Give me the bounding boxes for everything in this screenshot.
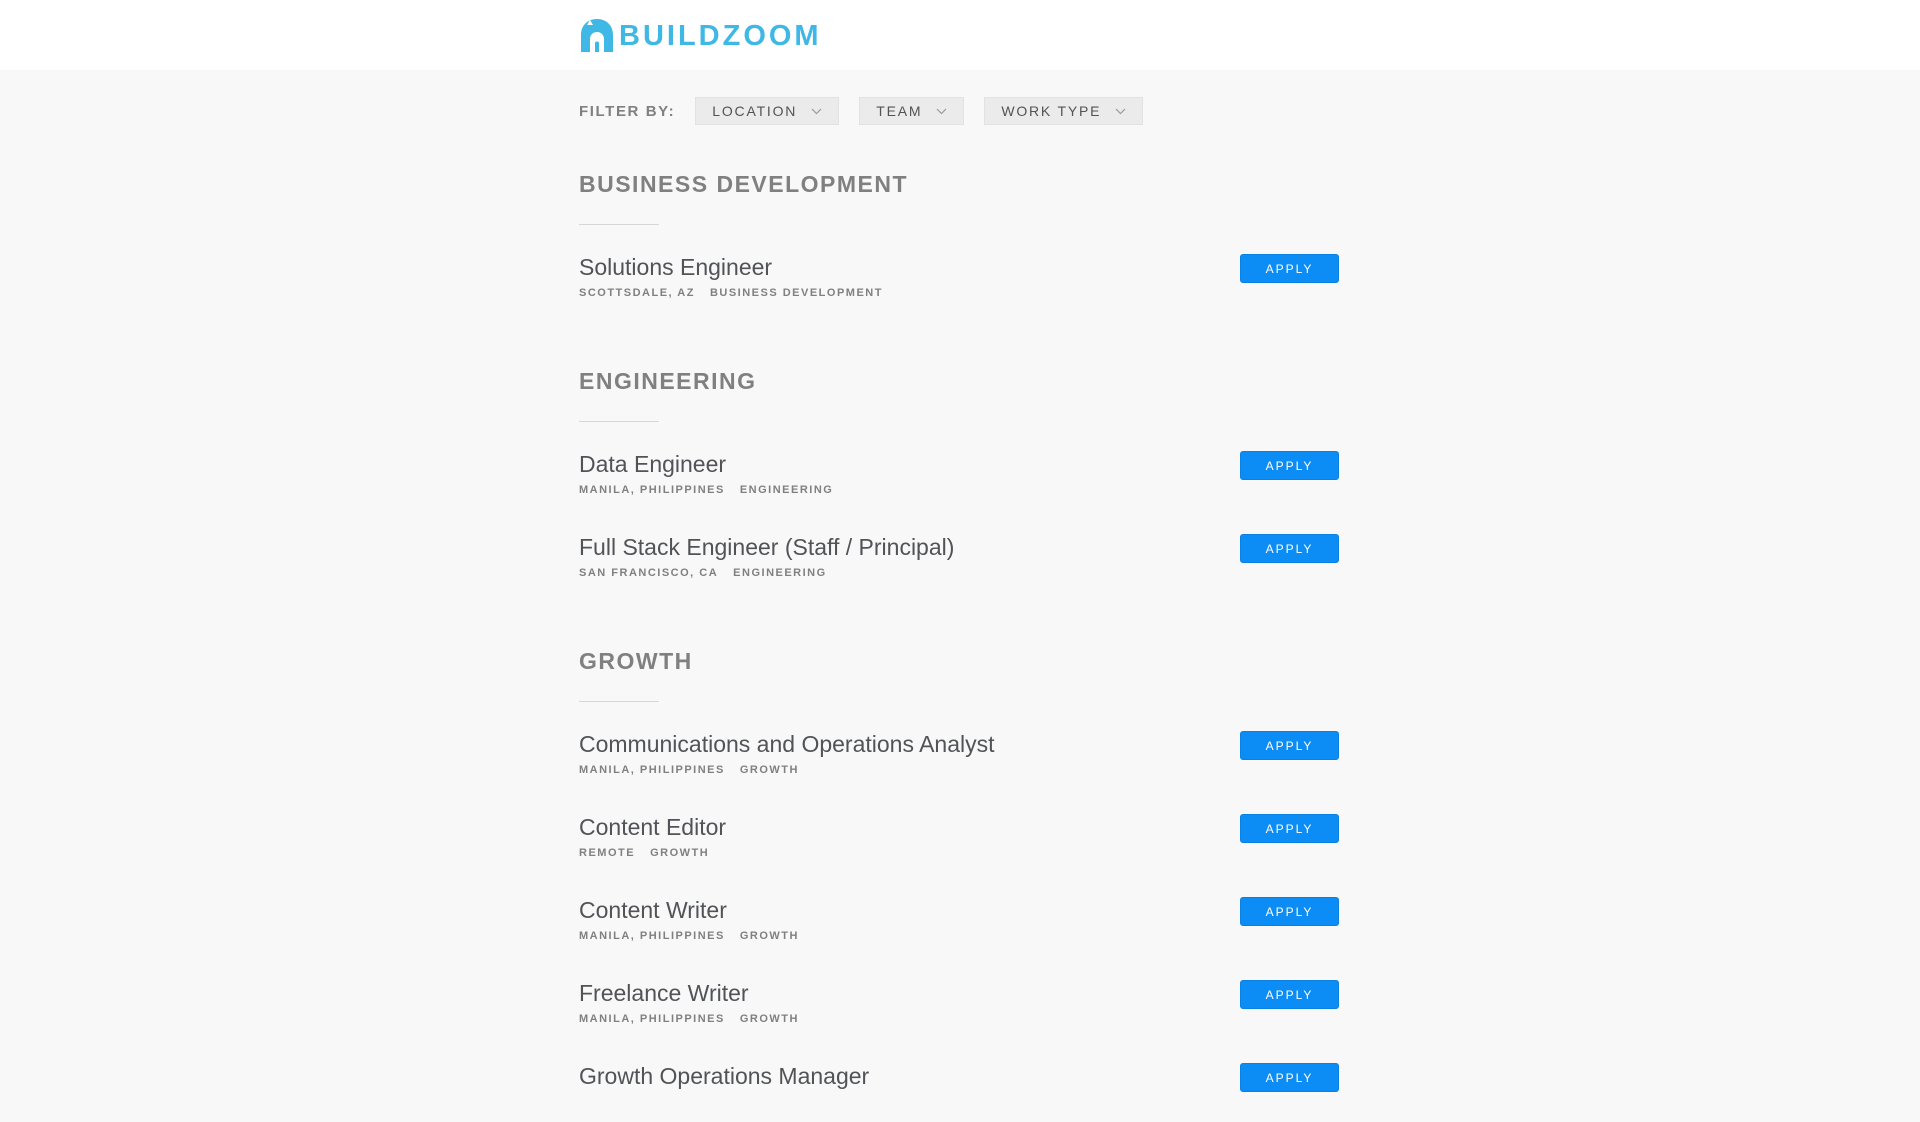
job-team: ENGINEERING: [733, 567, 827, 579]
job-meta: REMOTE GROWTH: [579, 847, 709, 859]
job-team: GROWTH: [739, 930, 799, 942]
location-filter-label: LOCATION: [712, 103, 798, 119]
section-title: BUSINESS DEVELOPMENT: [579, 171, 909, 197]
job-location: SCOTTSDALE, AZ: [579, 287, 695, 299]
apply-button[interactable]: APPLY: [1240, 814, 1339, 843]
apply-button[interactable]: APPLY: [1240, 254, 1339, 283]
team-filter-dropdown[interactable]: TEAM: [859, 97, 965, 125]
job-location: MANILA, PHILIPPINES: [579, 484, 725, 496]
section-divider: [579, 224, 659, 225]
chevron-down-icon: [811, 108, 822, 114]
job-title[interactable]: Solutions Engineer: [579, 253, 772, 281]
job-posting: Freelance Writer MANILA, PHILIPPINES GRO…: [579, 979, 1339, 1039]
job-team: ENGINEERING: [739, 484, 834, 496]
job-team: GROWTH: [739, 1013, 799, 1025]
job-posting: Content Writer MANILA, PHILIPPINES GROWT…: [579, 896, 1339, 956]
apply-button[interactable]: APPLY: [1240, 980, 1339, 1009]
apply-button[interactable]: APPLY: [1240, 1063, 1339, 1092]
top-header: BUILDZOOM: [0, 0, 1920, 70]
job-team: BUSINESS DEVELOPMENT: [709, 287, 883, 299]
section-divider: [579, 421, 659, 422]
team-filter-label: TEAM: [876, 103, 923, 119]
job-location: REMOTE: [579, 847, 636, 859]
job-location: MANILA, PHILIPPINES: [579, 764, 725, 776]
job-meta: MANILA, PHILIPPINES GROWTH: [579, 1013, 799, 1025]
job-location: MANILA, PHILIPPINES: [579, 930, 725, 942]
job-location: SAN FRANCISCO, CA: [579, 567, 719, 579]
job-meta: MANILA, PHILIPPINES GROWTH: [579, 764, 799, 776]
job-title[interactable]: Full Stack Engineer (Staff / Principal): [579, 533, 954, 561]
job-posting: Data Engineer MANILA, PHILIPPINES ENGINE…: [579, 450, 1339, 510]
chevron-down-icon: [1115, 108, 1126, 114]
job-title[interactable]: Communications and Operations Analyst: [579, 730, 995, 758]
job-title[interactable]: Content Writer: [579, 896, 727, 924]
job-location: MANILA, PHILIPPINES: [579, 1013, 725, 1025]
job-title[interactable]: Content Editor: [579, 813, 726, 841]
apply-button[interactable]: APPLY: [1240, 451, 1339, 480]
job-meta: SAN FRANCISCO, CA ENGINEERING: [579, 567, 827, 579]
work-type-filter-dropdown[interactable]: WORK TYPE: [984, 97, 1144, 125]
job-meta: SCOTTSDALE, AZ BUSINESS DEVELOPMENT: [579, 287, 883, 299]
filter-by-label: FILTER BY:: [579, 102, 676, 120]
section-divider: [579, 701, 659, 702]
job-title[interactable]: Data Engineer: [579, 450, 726, 478]
section-engineering: ENGINEERING: [579, 367, 1339, 422]
filter-bar: FILTER BY: LOCATION TEAM WORK TYPE: [579, 96, 1163, 126]
section-title: GROWTH: [579, 648, 693, 674]
job-posting: Growth Operations Manager APPLY: [579, 1062, 1339, 1122]
section-business-development: BUSINESS DEVELOPMENT: [579, 170, 1339, 225]
buildzoom-logo[interactable]: BUILDZOOM: [579, 17, 822, 55]
job-title[interactable]: Freelance Writer: [579, 979, 749, 1007]
apply-button[interactable]: APPLY: [1240, 897, 1339, 926]
house-logo-icon: [581, 19, 613, 52]
job-posting: Communications and Operations Analyst MA…: [579, 730, 1339, 790]
location-filter-dropdown[interactable]: LOCATION: [695, 97, 840, 125]
job-posting: Content Editor REMOTE GROWTH APPLY: [579, 813, 1339, 873]
job-meta: MANILA, PHILIPPINES ENGINEERING: [579, 484, 833, 496]
section-growth: GROWTH: [579, 647, 1339, 702]
work-type-filter-label: WORK TYPE: [1001, 103, 1102, 119]
job-meta: MANILA, PHILIPPINES GROWTH: [579, 930, 799, 942]
job-team: GROWTH: [739, 764, 799, 776]
job-posting: Solutions Engineer SCOTTSDALE, AZ BUSINE…: [579, 253, 1339, 313]
job-title[interactable]: Growth Operations Manager: [579, 1062, 869, 1090]
apply-button[interactable]: APPLY: [1240, 731, 1339, 760]
logo-wordmark: BUILDZOOM: [619, 19, 822, 52]
job-team: GROWTH: [650, 847, 710, 859]
job-posting: Full Stack Engineer (Staff / Principal) …: [579, 533, 1339, 593]
chevron-down-icon: [936, 108, 947, 114]
apply-button[interactable]: APPLY: [1240, 534, 1339, 563]
section-title: ENGINEERING: [579, 368, 757, 394]
